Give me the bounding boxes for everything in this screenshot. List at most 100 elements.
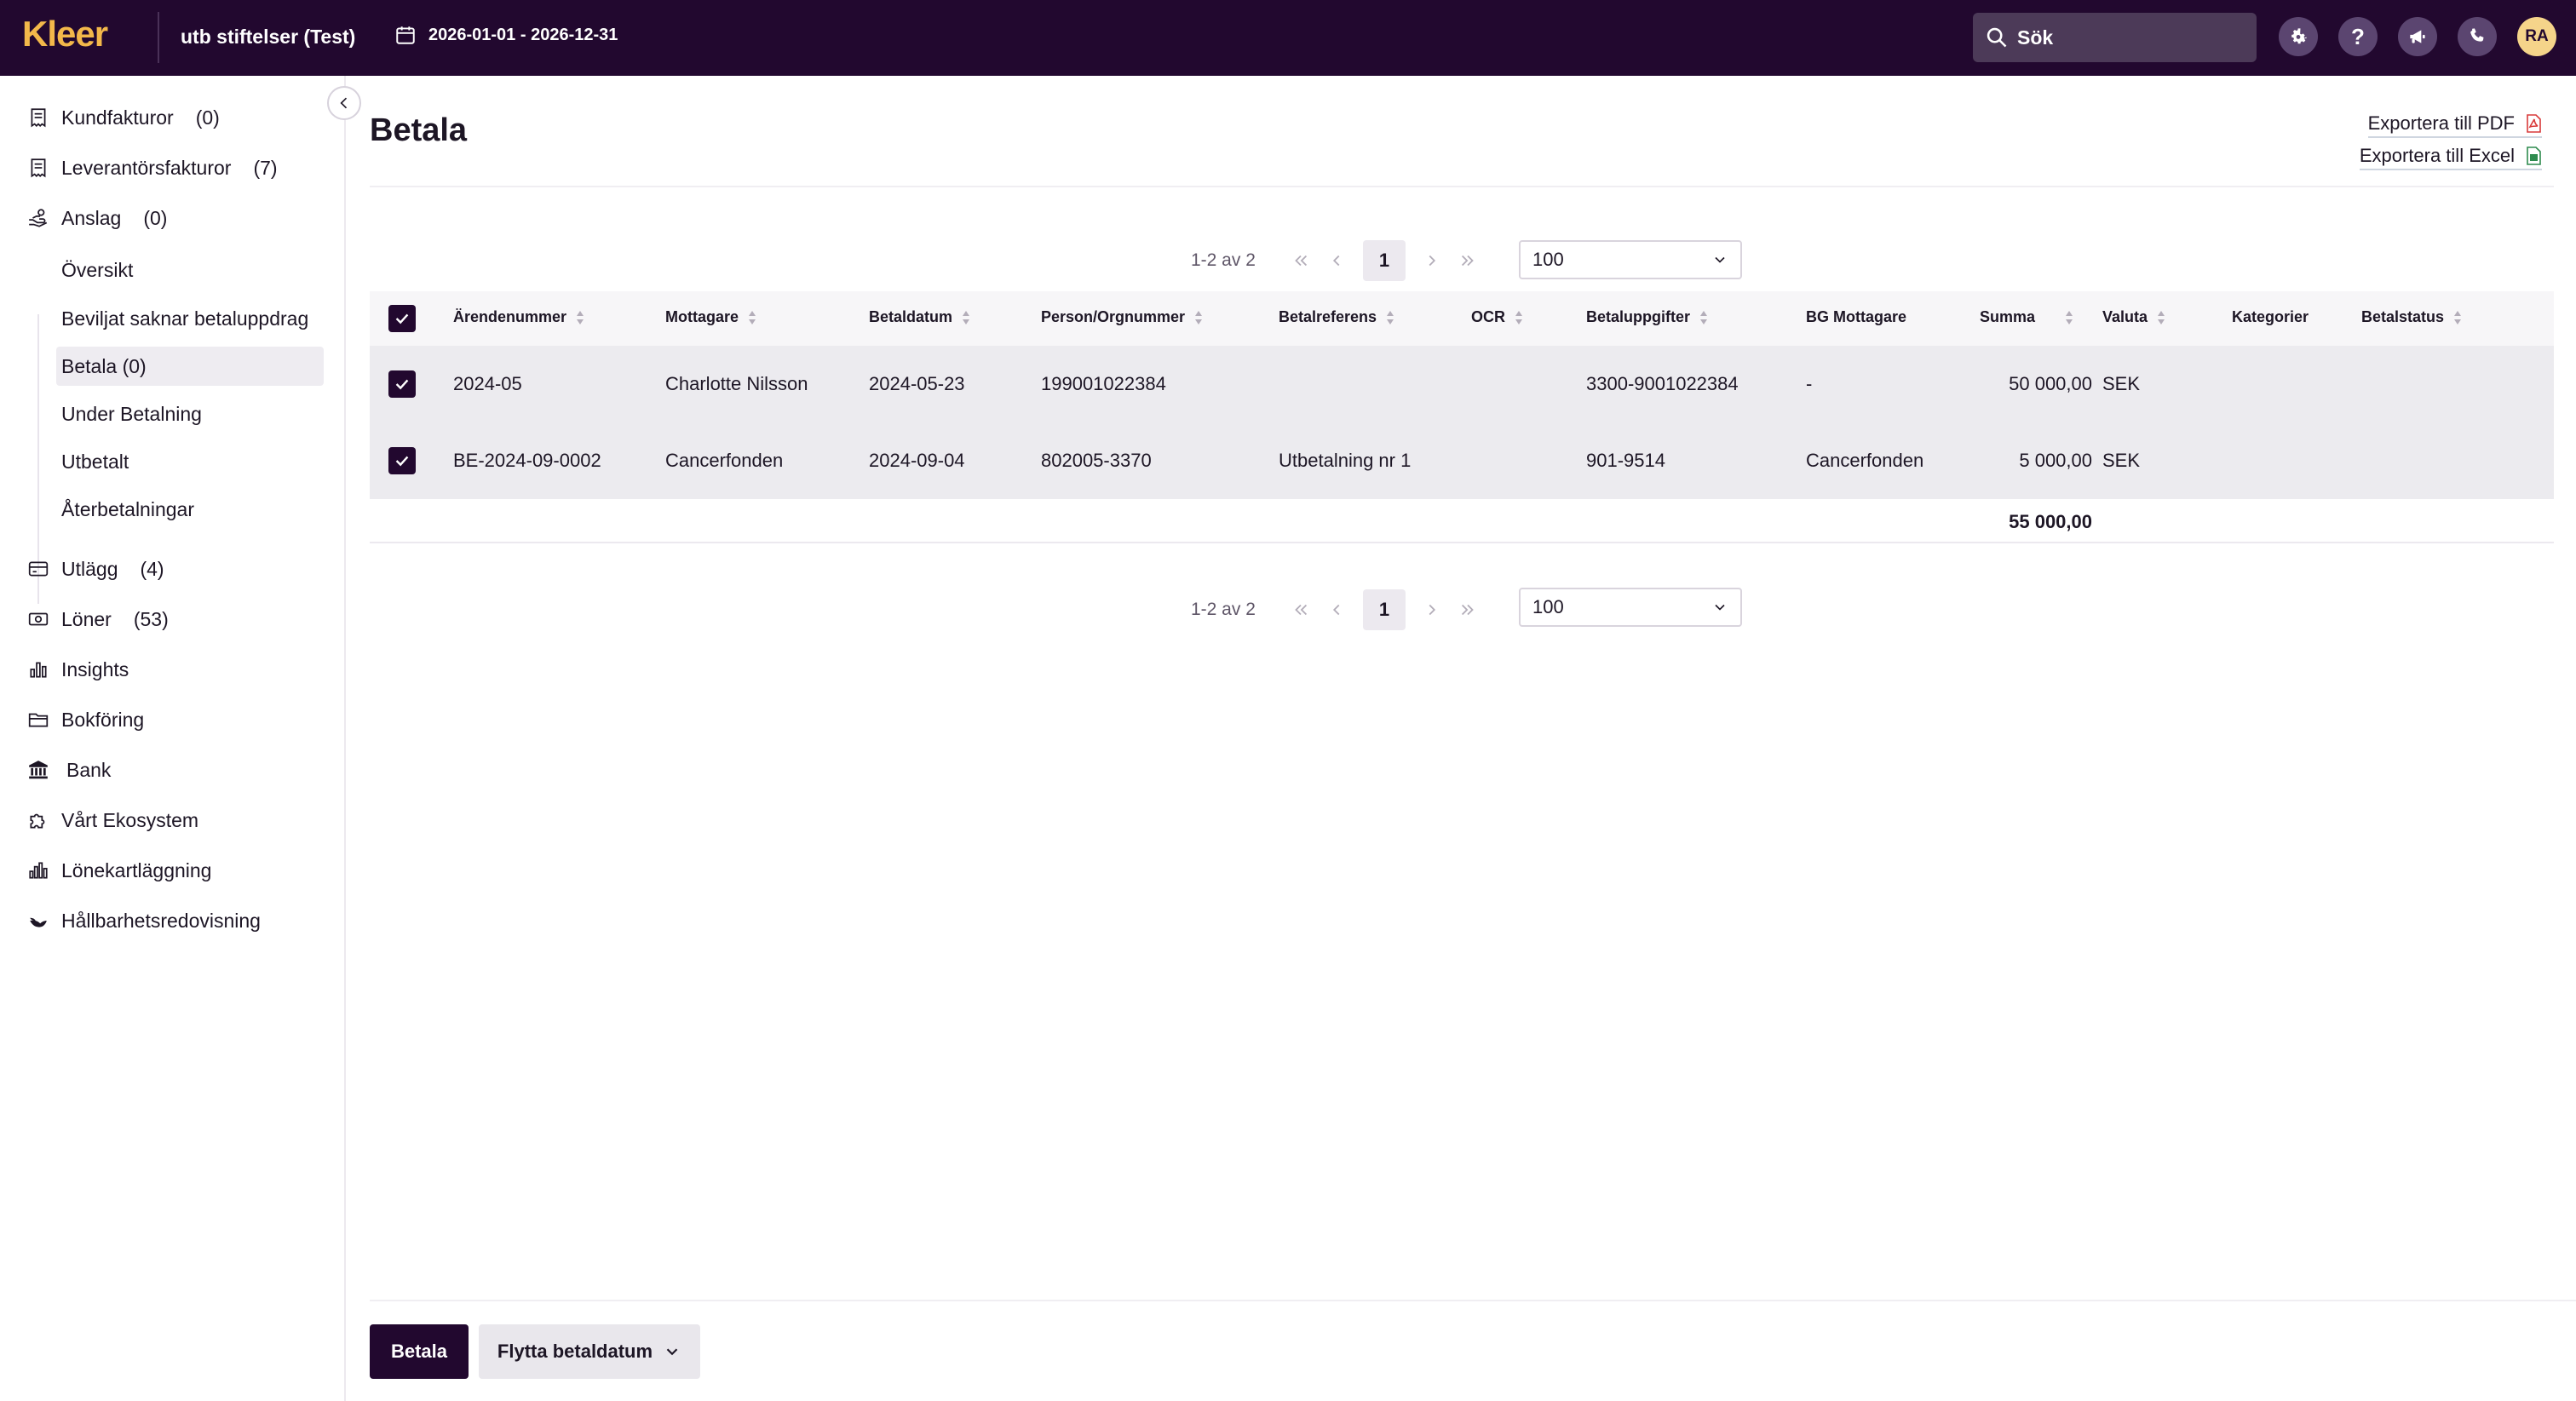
sidebar-item-kundfakturor[interactable]: Kundfakturor (0) [27,100,220,135]
sidebar-subitem-oversikt[interactable]: Översikt [56,250,133,290]
sidebar-item-leverantorsfakturor[interactable]: Leverantörsfakturor (7) [27,151,278,185]
sort-icon [1387,310,1394,324]
search-input[interactable] [2017,26,2247,49]
cell-betaldatum: 2024-05-23 [869,373,965,394]
row-checkbox[interactable] [388,447,416,474]
pay-button[interactable]: Betala [370,1324,469,1379]
search-box[interactable] [1973,13,2257,62]
next-page-icon[interactable] [1423,251,1441,270]
sidebar: Kundfakturor (0) Leverantörsfakturor (7)… [0,76,346,1401]
page-size-select[interactable]: 100 [1519,588,1742,627]
phone-icon [2470,28,2484,42]
search-icon [1987,27,2007,48]
last-page-icon[interactable] [1458,600,1477,619]
column-header-label: Betalreferens [1279,308,1377,325]
settings-button[interactable] [2279,17,2318,56]
last-page-icon[interactable] [1458,251,1477,270]
megaphone-icon [2410,30,2425,43]
sort-icon [749,310,756,324]
page-size-select[interactable]: 100 [1519,240,1742,279]
total-sum: 55 000,00 [2009,511,2092,532]
column-header-label: Kategorier [2232,308,2309,325]
puzzle-icon [30,813,45,829]
sidebar-item-count: (7) [253,156,278,179]
previous-page-icon[interactable] [1327,600,1346,619]
sidebar-item-bokforing[interactable]: Bokföring [27,703,144,737]
column-header-mottagare[interactable]: Mottagare [665,308,757,326]
cell-arendenummer[interactable]: 2024-05 [453,373,522,395]
page-size-value: 100 [1532,249,1564,270]
sidebar-item-utlagg[interactable]: Utlägg (4) [27,552,164,586]
move-payment-date-button[interactable]: Flytta betaldatum [479,1324,700,1379]
page-number-button[interactable]: 1 [1363,240,1406,281]
select-all-checkbox[interactable] [388,305,416,332]
cell-betaluppgifter: 3300-9001022384 [1586,373,1739,394]
sidebar-item-label: Bank [66,758,112,781]
table-row[interactable]: 2024-05 Charlotte Nilsson 2024-05-23 199… [370,346,2554,422]
user-avatar[interactable]: RA [2517,17,2556,56]
column-header-label: Mottagare [665,308,739,325]
first-page-icon[interactable] [1291,251,1310,270]
page-size-value: 100 [1532,596,1564,617]
cell-mottagare: Cancerfonden [665,450,784,471]
sidebar-item-bank[interactable]: Bank [27,753,111,787]
sidebar-subitem-under-betalning[interactable]: Under Betalning [56,394,202,434]
column-header-betaluppgifter[interactable]: Betaluppgifter [1586,308,1709,326]
sidebar-item-insights[interactable]: Insights [27,652,129,686]
cell-bg-mottagare: - [1806,373,1813,394]
announcements-button[interactable] [2398,17,2437,56]
leaf-icon [30,917,47,927]
column-header-label: Betalstatus [2361,308,2445,325]
pagination-controls: 1 [1291,589,1477,630]
column-header-betaldatum[interactable]: Betaldatum [869,308,971,326]
company-selector[interactable]: utb stiftelser (Test) [181,26,355,49]
column-header-betalstatus[interactable]: Betalstatus [2361,308,2463,326]
fiscal-period-selector[interactable]: 2026-01-01 - 2026-12-31 [394,24,618,46]
export-excel-link[interactable]: Exportera till Excel [2359,145,2542,170]
column-header-summa[interactable]: Summa [1980,308,2074,326]
first-page-icon[interactable] [1291,600,1310,619]
sidebar-subitem-aterbetalningar[interactable]: Återbetalningar [56,490,194,529]
sidebar-item-hallbarhet[interactable]: Hållbarhetsredovisning [27,904,261,938]
cell-valuta: SEK [2102,450,2141,471]
phone-button[interactable] [2458,17,2497,56]
card-icon [28,561,49,577]
sidebar-subitem-utbetalt[interactable]: Utbetalt [56,442,129,481]
sidebar-subitem-betala[interactable]: Betala (0) [56,347,324,386]
column-header-orgnummer[interactable]: Person/Orgnummer [1041,308,1204,326]
sidebar-item-ekosystem[interactable]: Vårt Ekosystem [27,803,198,837]
kleer-logo[interactable]: Kleer [22,14,108,54]
excel-file-icon [2527,146,2541,165]
column-header-arendenummer[interactable]: Ärendenummer [453,308,585,326]
top-bar: Kleer utb stiftelser (Test) 2026-01-01 -… [0,0,2576,76]
column-header-betalreferens[interactable]: Betalreferens [1279,308,1395,326]
move-payment-date-label: Flytta betaldatum [497,1341,653,1362]
help-button[interactable]: ? [2338,17,2378,56]
sidebar-item-label: Löner [61,607,112,630]
pagination-bottom: 1-2 av 2 1 [1191,589,1477,631]
sort-icon [577,310,584,324]
chevron-down-icon [1715,604,1725,611]
sidebar-item-label: Hållbarhetsredovisning [61,909,261,932]
sidebar-item-lonekartlaggning[interactable]: Lönekartläggning [27,853,211,887]
cell-arendenummer[interactable]: BE-2024-09-0002 [453,450,601,472]
export-pdf-link[interactable]: Exportera till PDF [2367,112,2542,138]
sidebar-item-loner[interactable]: Löner (53) [27,602,169,636]
page-number-button[interactable]: 1 [1363,589,1406,630]
sidebar-item-label: Utlägg [61,557,118,580]
sort-icon [2454,310,2462,324]
folder-icon [28,713,49,727]
sidebar-subitem-beviljat[interactable]: Beviljat saknar betaluppdrag [56,299,308,338]
cell-orgnummer: 802005-3370 [1041,450,1152,471]
sidebar-item-anslag[interactable]: Anslag (0) [27,201,167,235]
sidebar-item-count: (0) [143,206,168,229]
next-page-icon[interactable] [1423,600,1441,619]
column-header-ocr[interactable]: OCR [1471,308,1524,326]
previous-page-icon[interactable] [1327,251,1346,270]
sidebar-collapse-button[interactable] [327,86,361,120]
table-row[interactable]: BE-2024-09-0002 Cancerfonden 2024-09-04 … [370,422,2554,499]
column-header-valuta[interactable]: Valuta [2102,308,2166,326]
cell-bg-mottagare: Cancerfonden [1806,450,1924,471]
row-checkbox[interactable] [388,370,416,398]
cell-mottagare: Charlotte Nilsson [665,373,808,394]
